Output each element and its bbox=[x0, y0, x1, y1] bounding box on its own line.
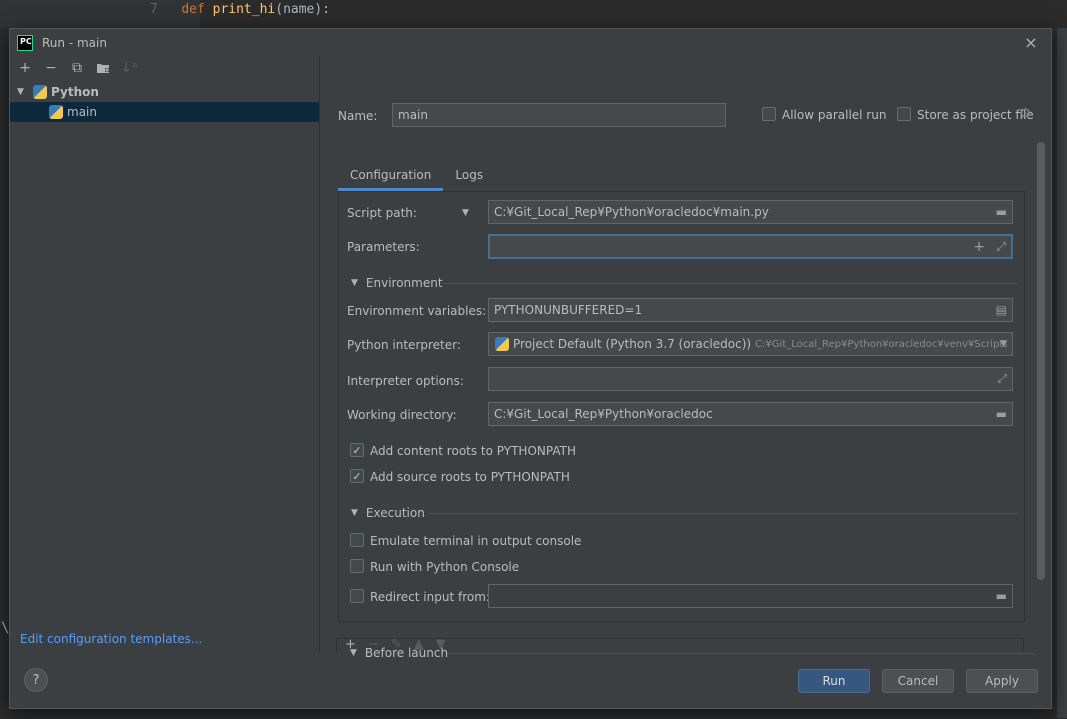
configuration-editor: Name: main Allow parallel run Store as p… bbox=[321, 56, 1051, 660]
working-dir-input[interactable]: C:¥Git_Local_Rep¥Python¥oracledoc ▬ bbox=[488, 402, 1013, 426]
name-label: Name: bbox=[338, 109, 378, 123]
env-vars-input[interactable]: PYTHONUNBUFFERED=1 ▤ bbox=[488, 298, 1013, 322]
tab-configuration[interactable]: Configuration bbox=[338, 159, 444, 191]
script-path-label: Script path: bbox=[347, 206, 417, 220]
add-icon[interactable]: + bbox=[16, 59, 34, 77]
move-up-icon[interactable]: ▲ bbox=[414, 637, 424, 652]
folder-browse-icon[interactable]: ▬ bbox=[996, 589, 1007, 603]
remove-icon[interactable]: − bbox=[368, 637, 379, 652]
close-icon[interactable]: × bbox=[1021, 32, 1041, 52]
parameters-input[interactable]: + ⤢ bbox=[488, 234, 1013, 259]
content-roots-checkbox[interactable]: ✓ bbox=[350, 443, 364, 457]
run-configuration-dialog: PC Run - main × + − ⧉ ↓ᵃ ▼ Python main E… bbox=[9, 28, 1052, 709]
configurations-tree: ▼ Python main bbox=[10, 82, 319, 122]
interpreter-value: Project Default (Python 3.7 (oracledoc)) bbox=[513, 337, 752, 351]
env-vars-label: Environment variables: bbox=[347, 304, 487, 318]
redirect-input-label: Redirect input from: bbox=[370, 590, 490, 604]
tab-logs[interactable]: Logs bbox=[443, 159, 495, 191]
python-icon bbox=[49, 105, 63, 119]
working-dir-label: Working directory: bbox=[347, 408, 457, 422]
title-bar: PC Run - main × bbox=[10, 29, 1051, 56]
folder-browse-icon[interactable]: ▬ bbox=[996, 407, 1007, 421]
tree-group-label: Python bbox=[51, 85, 99, 99]
configuration-panel: Script path: ▼ C:¥Git_Local_Rep¥Python¥o… bbox=[338, 191, 1025, 622]
script-type-dropdown-icon[interactable]: ▼ bbox=[462, 208, 469, 218]
allow-parallel-checkbox[interactable] bbox=[762, 107, 776, 121]
vertical-scrollbar[interactable] bbox=[1037, 142, 1045, 580]
collapse-arrow-icon: ▼ bbox=[351, 278, 358, 288]
edit-icon[interactable]: ✎ bbox=[391, 637, 402, 652]
name-input[interactable]: main bbox=[392, 103, 726, 127]
edit-list-icon[interactable]: ▤ bbox=[996, 303, 1007, 317]
cancel-button[interactable]: Cancel bbox=[882, 669, 954, 693]
allow-parallel-label: Allow parallel run bbox=[782, 108, 887, 122]
working-dir-value: C:¥Git_Local_Rep¥Python¥oracledoc bbox=[494, 407, 713, 421]
editor-side-strip bbox=[1057, 28, 1067, 718]
execution-section-header[interactable]: ▼ Execution bbox=[351, 506, 425, 520]
section-divider bbox=[442, 283, 1017, 284]
expand-icon[interactable]: ⤢ bbox=[996, 239, 1006, 254]
move-down-icon[interactable]: ▼ bbox=[436, 637, 446, 652]
code-rest: (name): bbox=[275, 2, 331, 17]
source-roots-checkbox[interactable]: ✓ bbox=[350, 469, 364, 483]
store-as-project-label: Store as project file bbox=[917, 108, 1034, 122]
run-button[interactable]: Run bbox=[798, 669, 870, 693]
dialog-button-bar: ? Run Cancel Apply bbox=[10, 653, 1051, 709]
store-as-project-checkbox[interactable] bbox=[897, 107, 911, 121]
interpreter-options-label: Interpreter options: bbox=[347, 374, 464, 388]
chevron-down-icon[interactable]: ▼ bbox=[1000, 339, 1007, 349]
python-icon bbox=[33, 85, 47, 99]
interpreter-label: Python interpreter: bbox=[347, 338, 461, 352]
environment-section-header[interactable]: ▼ Environment bbox=[351, 276, 443, 290]
env-vars-value: PYTHONUNBUFFERED=1 bbox=[494, 303, 643, 317]
new-folder-icon[interactable] bbox=[94, 59, 112, 77]
interpreter-path: C:¥Git_Local_Rep¥Python¥oracledoc¥venv¥S… bbox=[755, 338, 1007, 350]
execution-section-title: Execution bbox=[365, 506, 425, 520]
pycharm-logo-icon: PC bbox=[17, 34, 33, 51]
expand-arrow-icon[interactable]: ▼ bbox=[17, 87, 29, 97]
remove-icon[interactable]: − bbox=[42, 59, 60, 77]
emulate-terminal-checkbox[interactable] bbox=[350, 533, 364, 547]
folder-browse-icon[interactable]: ▬ bbox=[996, 205, 1007, 219]
python-console-checkbox[interactable] bbox=[350, 559, 364, 573]
expand-icon[interactable]: ⤢ bbox=[997, 372, 1007, 387]
collapse-arrow-icon: ▼ bbox=[351, 508, 358, 518]
before-launch-box: + − ✎ ▲ ▼ bbox=[336, 637, 1024, 652]
tree-group-python[interactable]: ▼ Python bbox=[10, 82, 319, 102]
apply-button[interactable]: Apply bbox=[966, 669, 1038, 693]
python-icon bbox=[495, 337, 509, 351]
script-path-input[interactable]: C:¥Git_Local_Rep¥Python¥oracledoc¥main.p… bbox=[488, 200, 1013, 224]
environment-section-title: Environment bbox=[365, 276, 443, 290]
source-roots-label: Add source roots to PYTHONPATH bbox=[370, 470, 570, 484]
sidebar-toolbar: + − ⧉ ↓ᵃ bbox=[10, 56, 319, 80]
copy-icon[interactable]: ⧉ bbox=[68, 59, 86, 77]
script-path-value: C:¥Git_Local_Rep¥Python¥oracledoc¥main.p… bbox=[494, 205, 769, 219]
redirect-input-checkbox[interactable] bbox=[350, 589, 364, 603]
interpreter-options-input[interactable]: ⤢ bbox=[488, 367, 1013, 391]
add-macro-icon[interactable]: + bbox=[973, 239, 985, 255]
interpreter-select[interactable]: Project Default (Python 3.7 (oracledoc))… bbox=[488, 332, 1013, 356]
section-divider bbox=[429, 513, 1017, 514]
sort-icon[interactable]: ↓ᵃ bbox=[120, 59, 138, 77]
edit-templates-link[interactable]: Edit configuration templates... bbox=[20, 632, 202, 646]
editor-code-line: 7 def print_hi(name): bbox=[150, 2, 330, 17]
config-tabs: Configuration Logs bbox=[338, 159, 495, 191]
line-number: 7 bbox=[150, 2, 158, 17]
code-function: print_hi bbox=[212, 2, 276, 17]
parameters-label: Parameters: bbox=[347, 240, 420, 254]
code-keyword: def bbox=[181, 2, 205, 17]
emulate-terminal-label: Emulate terminal in output console bbox=[370, 534, 582, 548]
window-title: Run - main bbox=[42, 35, 107, 50]
tree-item-main[interactable]: main bbox=[10, 102, 319, 122]
gear-icon[interactable]: ⚙ bbox=[1019, 106, 1032, 122]
content-roots-label: Add content roots to PYTHONPATH bbox=[370, 444, 576, 458]
add-icon[interactable]: + bbox=[345, 637, 356, 652]
help-button[interactable]: ? bbox=[24, 668, 48, 692]
redirect-input-field[interactable]: ▬ bbox=[488, 584, 1013, 608]
tree-item-label: main bbox=[67, 105, 97, 119]
before-launch-toolbar: + − ✎ ▲ ▼ bbox=[345, 637, 446, 652]
configurations-sidebar: + − ⧉ ↓ᵃ ▼ Python main Edit configuratio… bbox=[10, 56, 320, 652]
python-console-label: Run with Python Console bbox=[370, 560, 520, 574]
